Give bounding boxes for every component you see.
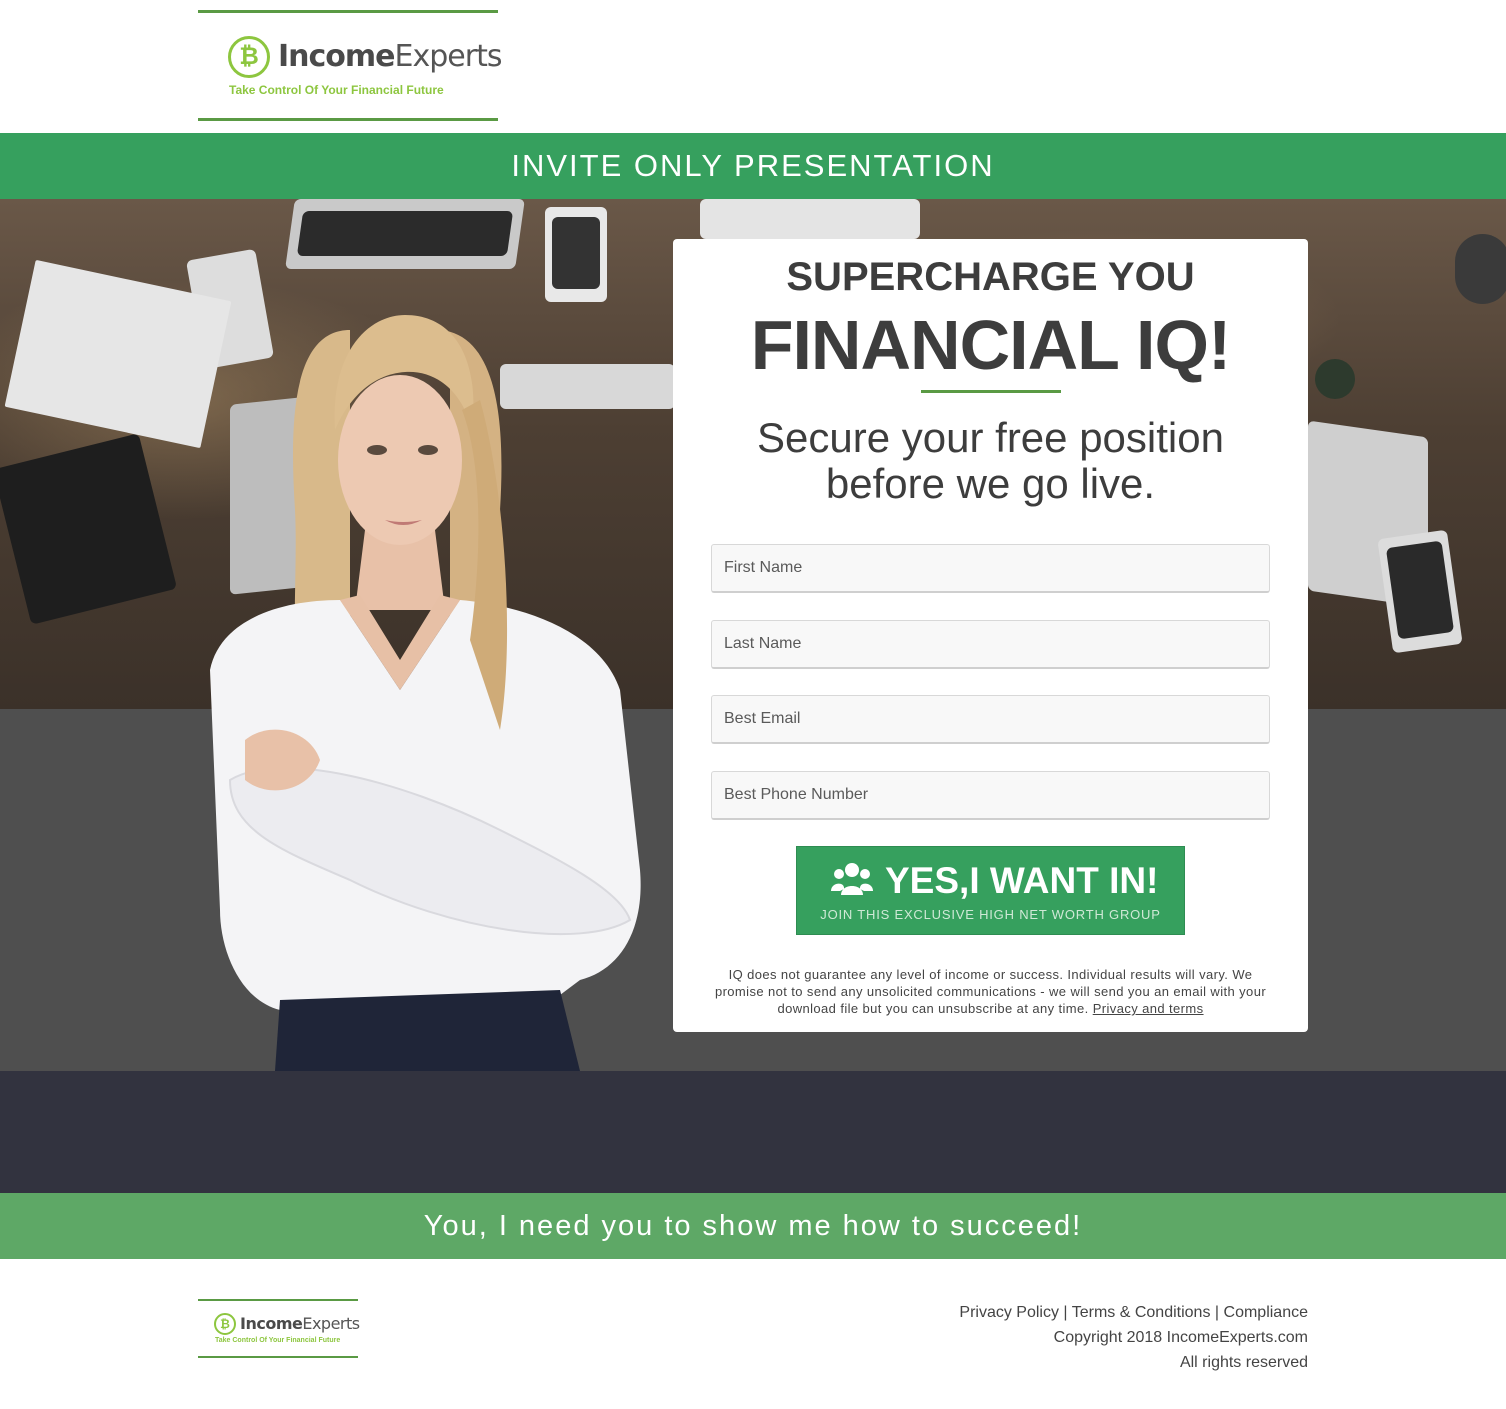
compliance-link[interactable]: Compliance	[1224, 1304, 1308, 1321]
footer-separator: |	[1063, 1304, 1068, 1321]
rights-text: All rights reserved	[1179, 1354, 1308, 1371]
footer-brand-name: IncomeExperts	[240, 1314, 360, 1333]
last-name-input[interactable]	[711, 620, 1270, 669]
headline-main: FINANCIAL IQ!	[750, 306, 1232, 384]
woman-portrait-image	[210, 315, 641, 1071]
terms-conditions-link[interactable]: Terms & Conditions	[1072, 1304, 1211, 1321]
brand-tagline: Take Control Of Your Financial Future	[229, 83, 444, 97]
invite-banner: INVITE ONLY PRESENTATION	[0, 133, 1506, 199]
users-group-icon	[831, 863, 873, 895]
dark-band	[0, 1071, 1506, 1193]
footer-nav: Privacy Policy | Terms & Conditions | Co…	[959, 1300, 1308, 1325]
disclaimer: IQ does not guarantee any level of incom…	[713, 966, 1268, 1017]
email-input[interactable]	[711, 695, 1270, 744]
footer-brand-tagline: Take Control Of Your Financial Future	[215, 1337, 341, 1344]
subheadline: Secure your free position before we go l…	[757, 414, 1224, 507]
headline-top: SUPERCHARGE YOU	[786, 255, 1195, 299]
footer-bitcoin-coin-icon: ₿	[214, 1313, 236, 1335]
copyright-text: Copyright 2018 IncomeExperts.com	[1053, 1329, 1308, 1346]
brand-name: IncomeExperts	[278, 39, 502, 74]
testimonial-banner: You, I need you to show me how to succee…	[0, 1193, 1506, 1259]
privacy-policy-link[interactable]: Privacy Policy	[959, 1304, 1059, 1321]
header-logo[interactable]: ₿ IncomeExperts Take Control Of Your Fin…	[198, 10, 502, 121]
footer-links: Privacy Policy | Terms & Conditions | Co…	[959, 1300, 1308, 1375]
phone-input[interactable]	[711, 771, 1270, 820]
submit-button[interactable]: YES,I WANT IN! JOIN THIS EXCLUSIVE HIGH …	[796, 846, 1185, 935]
signup-card: SUPERCHARGE YOU FINANCIAL IQ! Secure you…	[673, 239, 1308, 1032]
first-name-input[interactable]	[711, 544, 1270, 593]
footer-logo[interactable]: ₿ IncomeExperts Take Control Of Your Fin…	[198, 1299, 360, 1358]
invite-banner-text: INVITE ONLY PRESENTATION	[511, 148, 995, 183]
testimonial-banner-text: You, I need you to show me how to succee…	[423, 1209, 1083, 1242]
footer-separator: |	[1214, 1304, 1220, 1321]
submit-button-label: YES,I WANT IN!	[885, 860, 1159, 901]
privacy-terms-link[interactable]: Privacy and terms	[1093, 1001, 1204, 1016]
headline-divider	[921, 390, 1061, 393]
bitcoin-coin-icon: ₿	[228, 36, 270, 78]
submit-button-sublabel: JOIN THIS EXCLUSIVE HIGH NET WORTH GROUP	[820, 907, 1161, 922]
